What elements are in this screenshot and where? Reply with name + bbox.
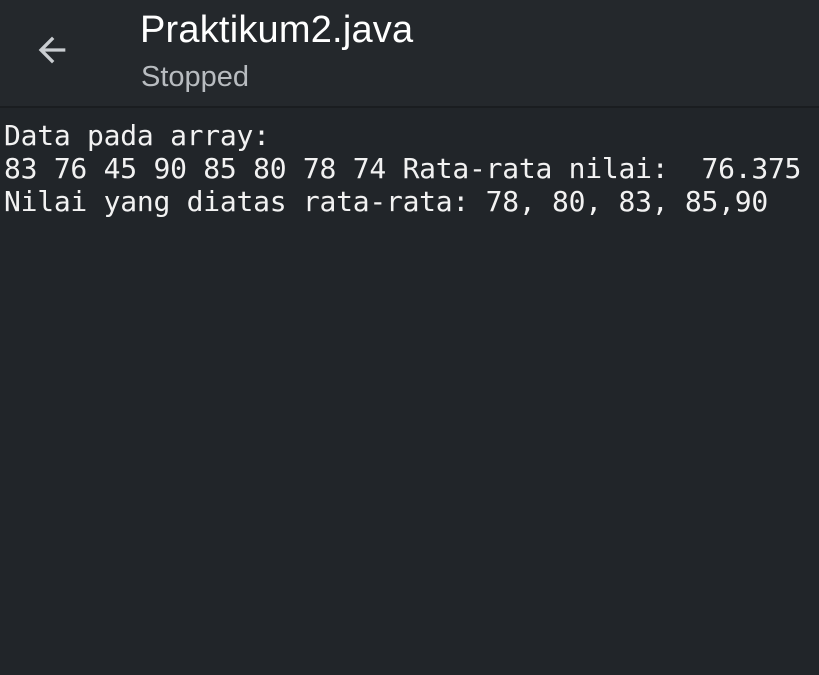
- console-line-1: Data pada array:: [4, 119, 270, 152]
- console-line-3: Nilai yang diatas rata-rata: 78, 80, 83,…: [4, 185, 768, 218]
- app-bar: Praktikum2.java Stopped: [0, 0, 819, 108]
- run-output-screen: Praktikum2.java Stopped Data pada array:…: [0, 0, 819, 675]
- page-title: Praktikum2.java: [140, 9, 414, 51]
- back-button[interactable]: [22, 22, 82, 78]
- console-output[interactable]: Data pada array: 83 76 45 90 85 80 78 74…: [0, 108, 819, 675]
- arrow-left-icon: [38, 36, 66, 64]
- console-line-2: 83 76 45 90 85 80 78 74 Rata-rata nilai:…: [4, 152, 802, 185]
- run-status: Stopped: [141, 61, 250, 93]
